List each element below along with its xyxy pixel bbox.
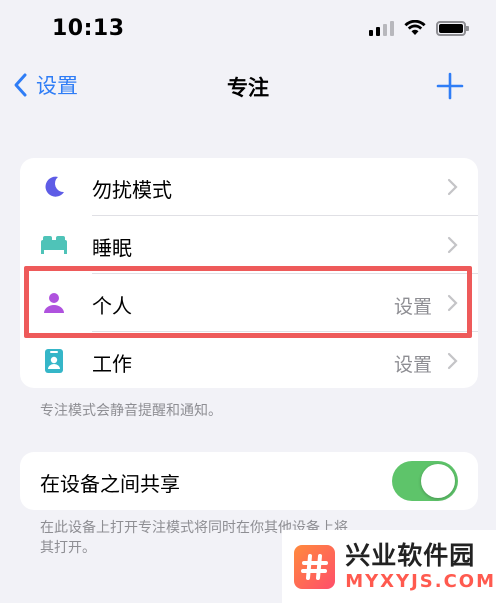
focus-row-sleep[interactable]: 睡眠 xyxy=(20,216,478,274)
focus-row-label: 工作 xyxy=(92,352,132,376)
id-badge-icon xyxy=(45,349,63,373)
chevron-right-icon xyxy=(447,352,458,370)
person-icon xyxy=(44,293,64,313)
focus-footer-note: 专注模式会静音提醒和通知。 xyxy=(40,403,222,419)
wifi-icon xyxy=(404,20,426,35)
focus-row-do-not-disturb[interactable]: 勿扰模式 xyxy=(20,158,478,216)
focus-row-label: 勿扰模式 xyxy=(92,178,172,202)
hash-logo-icon xyxy=(294,544,336,589)
chevron-right-icon xyxy=(447,178,458,196)
page-title: 专注 xyxy=(227,76,269,100)
chevron-right-icon xyxy=(447,294,458,312)
watermark-title: 兴业软件园 xyxy=(345,540,476,570)
focus-row-work[interactable]: 工作 设置 xyxy=(20,332,478,388)
focus-row-label: 睡眠 xyxy=(92,236,132,260)
share-toggle[interactable] xyxy=(392,461,458,501)
watermark-url: MYXYJS.COM xyxy=(345,570,496,592)
focus-row-value: 设置 xyxy=(393,296,432,318)
focus-row-personal[interactable]: 个人 设置 xyxy=(20,274,478,332)
battery-icon xyxy=(436,20,469,36)
toggle-knob xyxy=(421,464,455,498)
bed-icon xyxy=(41,236,67,254)
chevron-right-icon xyxy=(447,236,458,254)
watermark: 兴业软件园 MYXYJS.COM xyxy=(282,530,496,603)
status-icons xyxy=(369,20,469,36)
share-label: 在设备之间共享 xyxy=(40,472,180,496)
focus-row-label: 个人 xyxy=(92,294,132,318)
status-time: 10:13 xyxy=(52,16,125,41)
focus-modes-list: 勿扰模式 睡眠 个人 设置 工作 设置 xyxy=(20,158,478,388)
cellular-signal-icon xyxy=(369,20,394,36)
navigation-bar: 设置 专注 xyxy=(0,62,496,110)
focus-row-value: 设置 xyxy=(393,354,432,376)
status-bar: 10:13 xyxy=(0,0,496,60)
add-icon[interactable] xyxy=(436,72,464,100)
moon-icon xyxy=(45,176,64,197)
share-across-devices-row: 在设备之间共享 xyxy=(20,452,478,510)
